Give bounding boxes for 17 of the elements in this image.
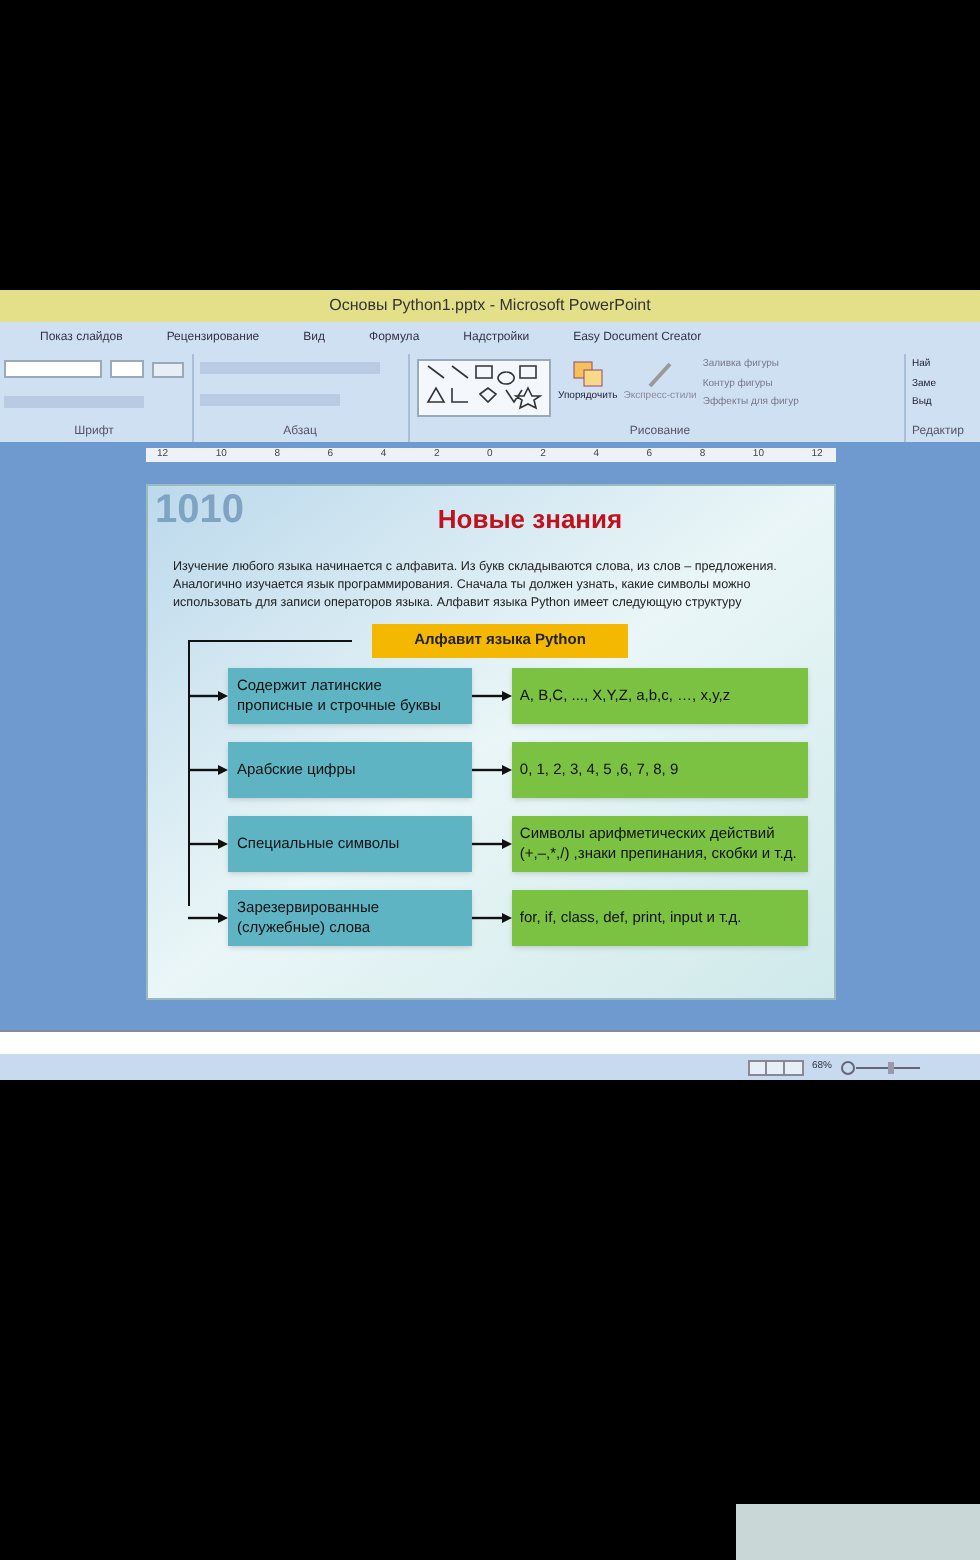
arrow-icon: [471, 689, 512, 701]
slide-title: Новые знания: [437, 502, 623, 538]
arrow-icon: [471, 911, 512, 923]
arrow-icon: [187, 837, 227, 849]
zoom-slider-icon[interactable]: [840, 1059, 920, 1075]
arrow-icon: [187, 911, 227, 923]
arrow-icon: [187, 763, 227, 775]
font-name-field[interactable]: [4, 360, 102, 378]
font-size-field[interactable]: [109, 360, 145, 378]
arrow-icon: [471, 837, 512, 849]
view-buttons-icon[interactable]: [747, 1059, 804, 1075]
window-title: Основы Python1.pptx - Microsoft PowerPoint: [329, 294, 651, 318]
arrange-icon[interactable]: [569, 358, 606, 390]
arrow-icon: [187, 689, 227, 701]
arrow-icon: [471, 763, 512, 775]
shapes-gallery-drawing[interactable]: [416, 358, 552, 418]
decor-digits: 1010: [155, 490, 244, 530]
